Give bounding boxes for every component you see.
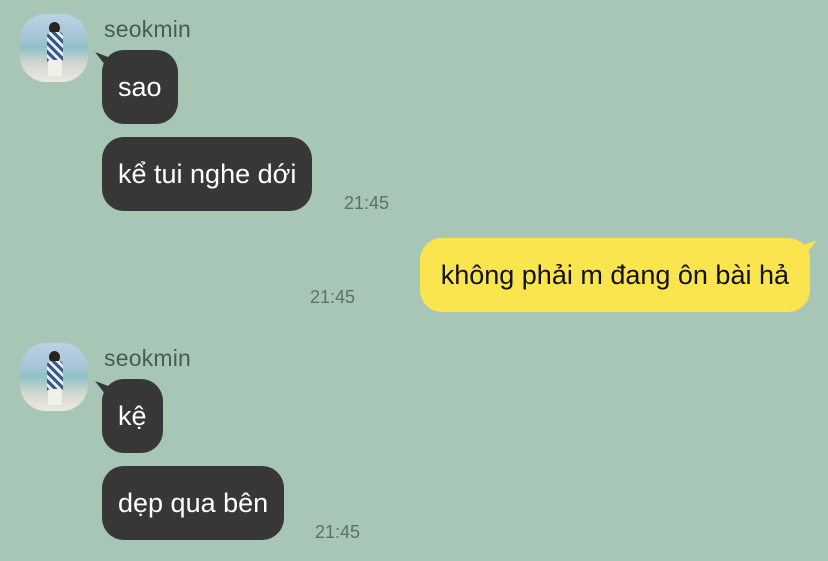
message-timestamp: 21:45 <box>315 522 361 542</box>
message-text: kệ <box>118 400 147 431</box>
message-text: không phải m đang ôn bài hả <box>440 259 789 290</box>
sender-name: seokmin <box>104 16 192 42</box>
sender-avatar[interactable] <box>20 343 88 411</box>
message-bubble[interactable]: kệ <box>102 379 163 453</box>
message-timestamp: 21:45 <box>310 287 356 307</box>
avatar-photo-figure <box>47 361 63 391</box>
sender-avatar[interactable] <box>20 14 88 82</box>
bubble-tail <box>803 240 817 258</box>
avatar-photo-legs <box>48 60 62 76</box>
sender-name: seokmin <box>104 345 192 371</box>
message-bubble[interactable]: kể tui nghe dới <box>102 137 313 211</box>
message-text: sao <box>118 71 162 102</box>
message-text: kể tui nghe dới <box>118 158 297 189</box>
message-timestamp: 21:45 <box>344 193 390 213</box>
message-text: dẹp qua bên <box>118 487 269 518</box>
message-bubble[interactable]: sao <box>102 50 178 124</box>
message-bubble-outgoing[interactable]: không phải m đang ôn bài hả <box>419 238 810 312</box>
message-bubble[interactable]: dẹp qua bên <box>102 466 285 540</box>
avatar-photo-figure <box>47 32 63 62</box>
avatar-photo-legs <box>48 389 62 405</box>
